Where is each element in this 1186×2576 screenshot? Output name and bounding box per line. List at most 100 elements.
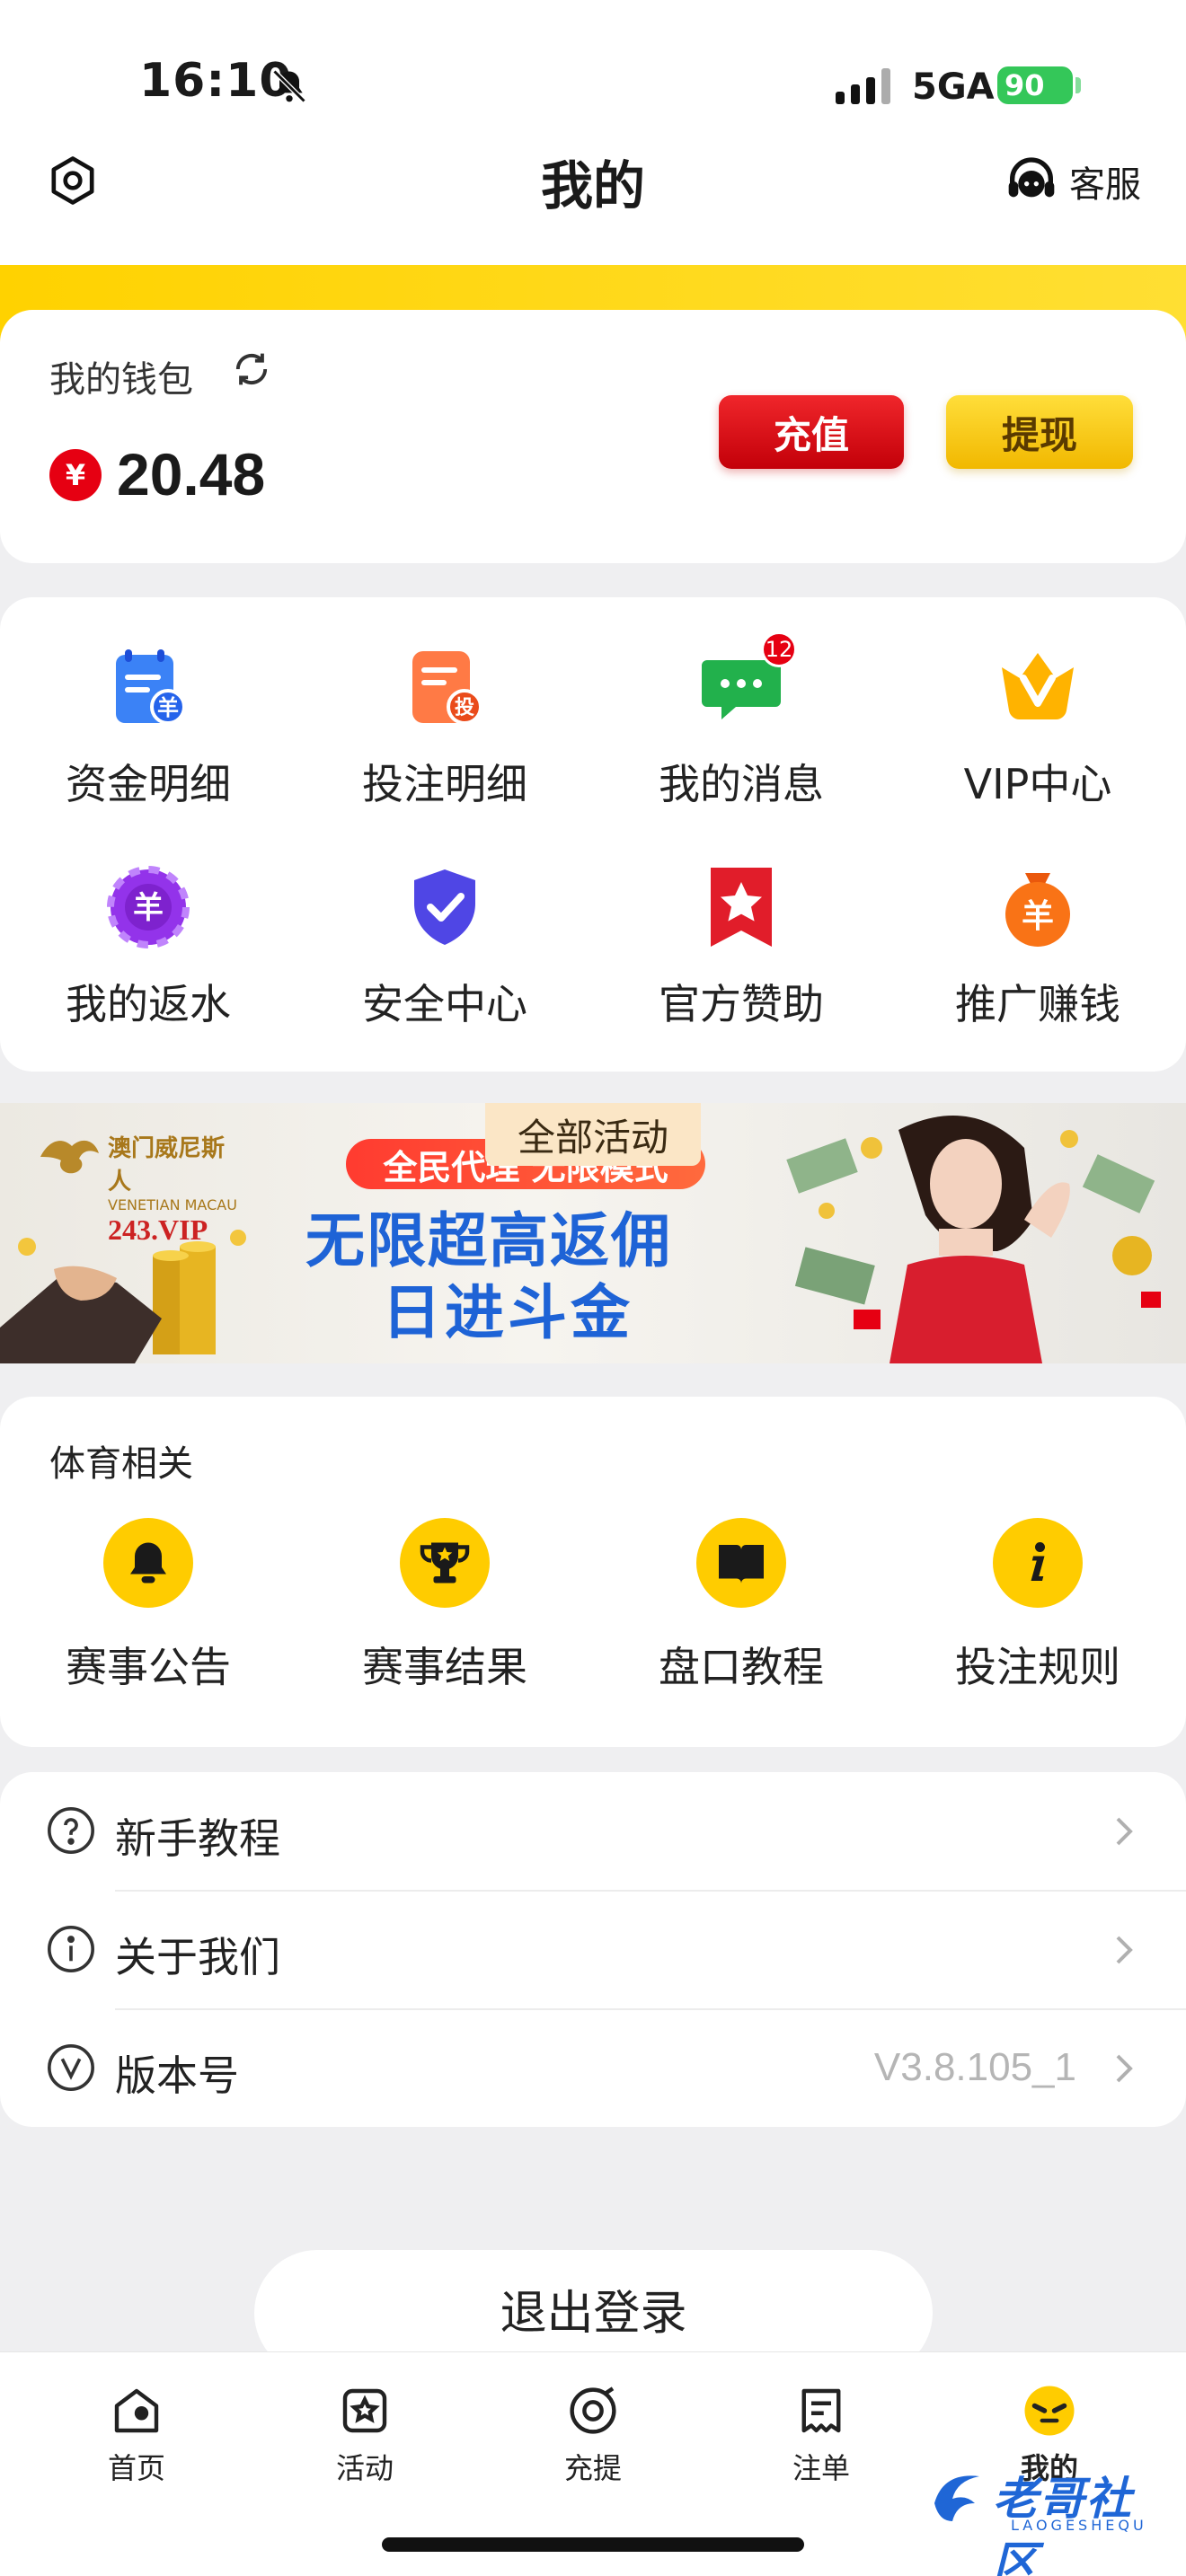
profile-icon [1024, 2386, 1075, 2436]
promote-earn-icon: 羊 [993, 862, 1083, 952]
winged-lion-icon [40, 1140, 99, 1174]
tab-label: 充提 [563, 2451, 622, 2485]
grid-item-label: 安全中心 [362, 980, 527, 1028]
message-count-badge: 12 [761, 631, 797, 667]
message-icon: 12 [696, 631, 797, 732]
sports-item-label: 投注规则 [955, 1643, 1120, 1691]
sports-section-title: 体育相关 [49, 1443, 193, 1485]
banner-model-image [786, 1116, 1161, 1363]
currency-yen-icon: ¥ [49, 449, 102, 501]
settings-list: 新手教程 关于我们 版本号 V3.8.105_1 [0, 1772, 1186, 2127]
grid-item-label: 官方赞助 [659, 980, 824, 1028]
sports-item-label: 赛事结果 [362, 1643, 527, 1691]
sports-item-label: 盘口教程 [659, 1643, 824, 1691]
wallet-label: 我的钱包 [49, 359, 193, 401]
headset-icon [1008, 157, 1055, 198]
chevron-right-icon [1116, 1936, 1133, 1964]
sports-item-announcement[interactable]: 赛事公告 [40, 1518, 256, 1694]
home-icon [114, 2388, 159, 2433]
handshake-coins-icon [0, 1230, 246, 1363]
grid-item-label: VIP中心 [963, 760, 1112, 808]
tab-bet-slip[interactable]: 注单 [731, 2381, 911, 2487]
grid-item-label: 投注明细 [362, 760, 527, 808]
grid-item-promote[interactable]: 羊 推广赚钱 [903, 853, 1173, 1073]
signal-icon [836, 66, 890, 104]
all-activities-tag[interactable]: 全部活动 [485, 1103, 701, 1166]
tab-deposit-withdraw[interactable]: 充提 [503, 2381, 683, 2487]
version-number: V3.8.105_1 [873, 2045, 1076, 2089]
activity-icon [342, 2388, 387, 2433]
tab-label: 首页 [107, 2451, 165, 2485]
sports-item-results[interactable]: 赛事结果 [337, 1518, 553, 1694]
battery-tip [1075, 77, 1081, 93]
battery-indicator: 90 [997, 66, 1073, 104]
refresh-icon[interactable] [228, 346, 275, 393]
list-row-label: 版本号 [115, 2051, 239, 2100]
list-row-beginner-tutorial[interactable]: 新手教程 [0, 1772, 1186, 1890]
sports-section: 体育相关 赛事公告 赛事结果 盘口教程 投注规则 [0, 1397, 1186, 1747]
status-bar: 16:10 5GA 90 [0, 0, 1186, 135]
tab-label: 注单 [792, 2451, 850, 2485]
list-row-about-us[interactable]: 关于我们 [0, 1891, 1186, 2008]
sports-item-label: 赛事公告 [66, 1643, 231, 1691]
bell-off-icon [272, 69, 306, 103]
version-icon [48, 2044, 94, 2091]
tab-activity[interactable]: 活动 [275, 2381, 455, 2487]
recharge-button[interactable]: 充值 [719, 395, 904, 469]
grid-item-sponsor[interactable]: 官方赞助 [606, 853, 876, 1073]
info-icon [993, 1518, 1083, 1608]
grid-item-rebate[interactable]: 羊 我的返水 [13, 853, 283, 1073]
feature-grid-card: 羊 资金明细 投 投注明细 12 我的消息 VIP中心 羊 我的返水 安全中心 … [0, 597, 1186, 1072]
list-row-label: 关于我们 [115, 1933, 280, 1981]
svg-text:投: 投 [455, 697, 474, 719]
tab-label: 活动 [335, 2451, 394, 2485]
sports-item-rules[interactable]: 投注规则 [930, 1518, 1146, 1694]
trophy-icon [400, 1518, 490, 1608]
sponsor-star-icon [696, 862, 786, 952]
list-row-label: 新手教程 [115, 1814, 280, 1863]
deposit-withdraw-icon [570, 2386, 616, 2434]
rebate-icon: 羊 [103, 862, 193, 952]
book-icon [696, 1518, 786, 1608]
bet-slip-icon [801, 2388, 841, 2433]
sports-item-tutorial[interactable]: 盘口教程 [633, 1518, 849, 1694]
grid-item-label: 我的消息 [659, 760, 824, 808]
svg-text:羊: 羊 [1022, 898, 1054, 935]
home-indicator[interactable] [382, 2537, 804, 2552]
banner-headline-2: 日进斗金 [382, 1278, 633, 1347]
list-row-version[interactable]: 版本号 V3.8.105_1 [0, 2009, 1186, 2127]
brand-name-en: VENETIAN MACAU [108, 1196, 237, 1213]
customer-service-label: 客服 [1069, 164, 1141, 206]
question-icon [48, 1807, 94, 1854]
watermark-logo: 老哥社区 LAOGESHEQU [925, 2463, 1173, 2576]
grid-item-label: 推广赚钱 [955, 980, 1120, 1028]
grid-item-messages[interactable]: 12 我的消息 [606, 631, 876, 853]
grid-item-label: 我的返水 [66, 980, 231, 1028]
header: 我的 客服 [0, 135, 1186, 265]
vip-icon [993, 642, 1083, 732]
security-shield-icon [400, 862, 490, 952]
funds-detail-icon: 羊 [103, 642, 193, 732]
chevron-right-icon [1116, 2054, 1133, 2083]
grid-item-vip[interactable]: VIP中心 [903, 633, 1173, 853]
grid-item-security[interactable]: 安全中心 [310, 853, 580, 1073]
promo-banner[interactable]: 澳门威尼斯人 VENETIAN MACAU 243.VIP 全民代理 无限模式 … [0, 1103, 1186, 1363]
watermark-sub: LAOGESHEQU [1011, 2517, 1147, 2534]
svg-text:羊: 羊 [133, 890, 164, 926]
network-type: 5GA [912, 66, 995, 108]
grid-item-funds-detail[interactable]: 羊 资金明细 [13, 633, 283, 853]
wallet-card: 我的钱包 ¥ 20.48 充值 提现 [0, 310, 1186, 563]
info-circle-icon [48, 1926, 94, 1972]
grid-item-bet-detail[interactable]: 投 投注明细 [310, 633, 580, 853]
chevron-right-icon [1116, 1817, 1133, 1846]
tab-home[interactable]: 首页 [47, 2381, 226, 2487]
grid-item-label: 资金明细 [66, 760, 231, 808]
wallet-balance: 20.48 [117, 441, 266, 507]
bell-icon [103, 1518, 193, 1608]
battery-level: 90 [1005, 68, 1045, 102]
bet-detail-icon: 投 [400, 642, 490, 732]
svg-text:羊: 羊 [157, 695, 179, 720]
customer-service-button[interactable]: 客服 [1003, 153, 1141, 210]
dragon-logo-icon [934, 2475, 979, 2521]
withdraw-button[interactable]: 提现 [946, 395, 1133, 469]
